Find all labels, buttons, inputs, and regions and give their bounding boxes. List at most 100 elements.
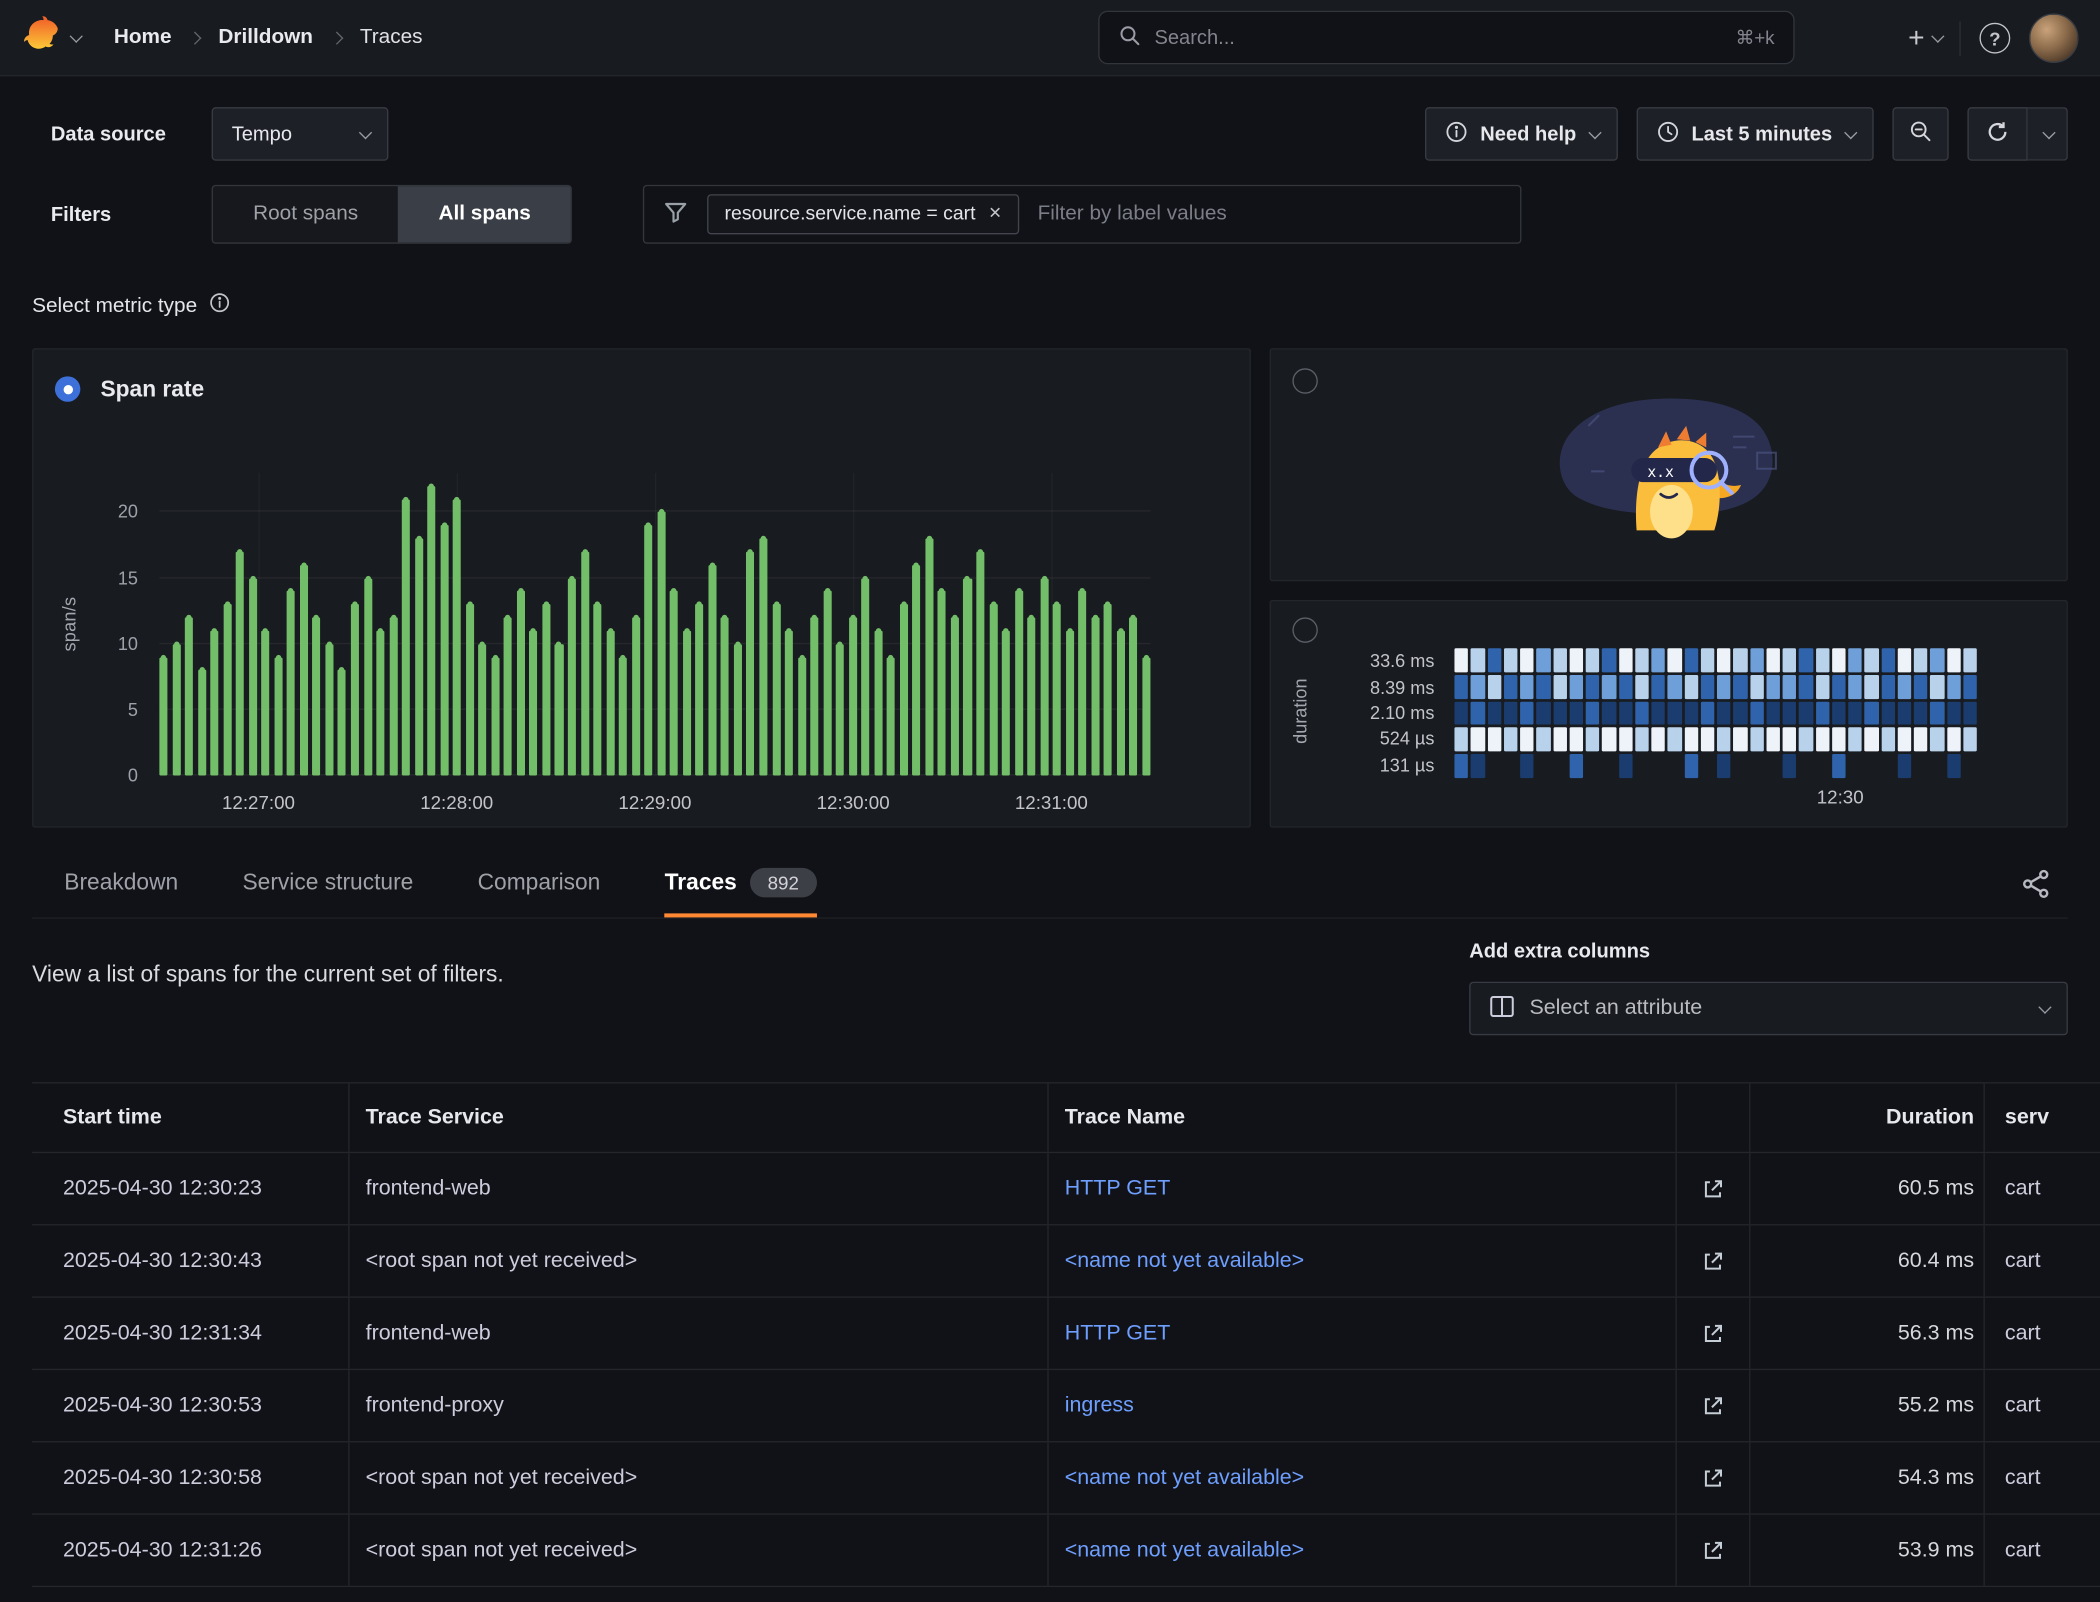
heatmap-cell [1930,754,1944,778]
help-button[interactable]: ? [1979,23,2010,54]
svg-text:x.x: x.x [1647,464,1674,481]
span-rate-radio[interactable] [55,376,80,401]
tab-comparison[interactable]: Comparison [478,852,601,918]
header-service-attr[interactable]: serv [1985,1083,2100,1151]
heatmap-cell [1487,701,1501,725]
span-rate-bar [823,591,831,775]
trace-name-link[interactable]: HTTP GET [1065,1321,1171,1345]
filter-tag[interactable]: resource.service.name = cart × [707,194,1019,234]
heatmap-cell [1504,728,1518,752]
span-rate-bar [619,657,627,775]
span-rate-bar [798,657,806,775]
info-circle-icon[interactable] [209,292,230,320]
chevron-down-icon [1844,125,1857,138]
add-menu-button[interactable]: + [1908,24,1940,52]
duration-heatmap-grid[interactable] [1454,648,1976,778]
segment-root-spans[interactable]: Root spans [213,186,398,242]
heatmap-cell [1848,728,1862,752]
heatmap-cell [1454,648,1468,672]
x-tick: 12:28:00 [420,792,493,813]
external-link-icon[interactable] [1701,1466,1725,1490]
y-tick: 0 [128,765,138,785]
datasource-label: Data source [51,123,166,146]
refresh-button[interactable] [1967,107,2027,161]
tab-service-structure[interactable]: Service structure [242,852,413,918]
external-link-icon[interactable] [1701,1394,1725,1418]
span-rate-bar [785,631,793,776]
heatmap-y-axis-label: duration [1290,678,1310,743]
close-icon[interactable]: × [989,204,1002,225]
span-rate-bar [325,644,333,776]
header-trace-name[interactable]: Trace Name [1049,1083,1677,1151]
heatmap-cell [1487,728,1501,752]
heatmap-cell [1586,648,1600,672]
tab-breakdown[interactable]: Breakdown [64,852,178,918]
span-rate-bar [185,618,193,776]
trace-name-link[interactable]: <name not yet available> [1065,1466,1304,1490]
errors-metric-radio[interactable] [1292,368,1317,393]
zoom-out-button[interactable] [1892,107,1948,161]
trace-name-link[interactable]: HTTP GET [1065,1177,1171,1201]
heatmap-cell [1701,754,1715,778]
segment-all-spans[interactable]: All spans [398,186,571,242]
trace-name-link[interactable]: <name not yet available> [1065,1249,1304,1273]
heatmap-cell [1799,754,1813,778]
need-help-button[interactable]: Need help [1425,107,1617,161]
duration-metric-radio[interactable] [1292,617,1317,642]
span-rate-bar [159,657,167,775]
datasource-select[interactable]: Tempo [212,107,389,161]
header-duration[interactable]: Duration [1750,1083,1984,1151]
user-avatar[interactable] [2029,13,2079,63]
label-filter-input[interactable]: resource.service.name = cart × Filter by… [643,185,1522,244]
org-switcher[interactable] [24,16,79,59]
refresh-interval-button[interactable] [2028,107,2068,161]
heatmap-cell [1651,728,1665,752]
heatmap-cell [1799,728,1813,752]
time-range-picker[interactable]: Last 5 minutes [1637,107,1874,161]
breadcrumb-traces[interactable]: Traces [360,25,423,49]
heatmap-cell [1602,728,1616,752]
breadcrumb-home[interactable]: Home [114,25,172,49]
share-button[interactable] [2020,868,2052,906]
search-input[interactable] [1154,26,1722,49]
span-rate-bar [491,657,499,775]
heatmap-cell [1881,675,1895,699]
cell-trace-service: frontend-web [350,1298,1049,1369]
trace-name-link[interactable]: ingress [1065,1394,1134,1418]
breadcrumb-drilldown[interactable]: Drilldown [218,25,313,49]
attribute-select[interactable]: Select an attribute [1469,982,2068,1036]
span-rate-plot-area[interactable] [159,473,1150,776]
external-link-icon[interactable] [1701,1321,1725,1345]
y-tick: 2.10 ms [1330,700,1434,726]
time-range-label: Last 5 minutes [1691,123,1832,146]
header-start-time[interactable]: Start time [32,1083,349,1151]
heatmap-cell [1783,754,1797,778]
trace-name-link[interactable]: <name not yet available> [1065,1538,1304,1562]
plus-icon: + [1908,24,1924,52]
heatmap-cell [1553,754,1567,778]
cell-service-attr: cart [1985,1153,2100,1224]
span-rate-bar [504,618,512,776]
heatmap-cell [1848,675,1862,699]
heatmap-cell [1504,754,1518,778]
heatmap-cell [1733,648,1747,672]
heatmap-cell [1701,675,1715,699]
cell-start-time: 2025-04-30 12:31:26 [32,1515,349,1586]
heatmap-cell [1619,728,1633,752]
heatmap-cell [1668,648,1682,672]
external-link-icon[interactable] [1701,1249,1725,1273]
external-link-icon[interactable] [1701,1177,1725,1201]
external-link-icon[interactable] [1701,1538,1725,1562]
tab-traces[interactable]: Traces 892 [665,852,817,918]
span-rate-bar [670,591,678,775]
global-search[interactable]: ⌘+k [1098,11,1794,65]
heatmap-cell [1848,648,1862,672]
select-metric-type-row: Select metric type [32,292,230,320]
header-trace-service[interactable]: Trace Service [350,1083,1049,1151]
filter-tag-label: resource.service.name = cart [725,204,976,225]
heatmap-cell [1668,675,1682,699]
heatmap-cell [1701,648,1715,672]
need-help-label: Need help [1480,123,1576,146]
span-rate-bar [759,539,767,776]
span-rate-bar [568,578,576,775]
